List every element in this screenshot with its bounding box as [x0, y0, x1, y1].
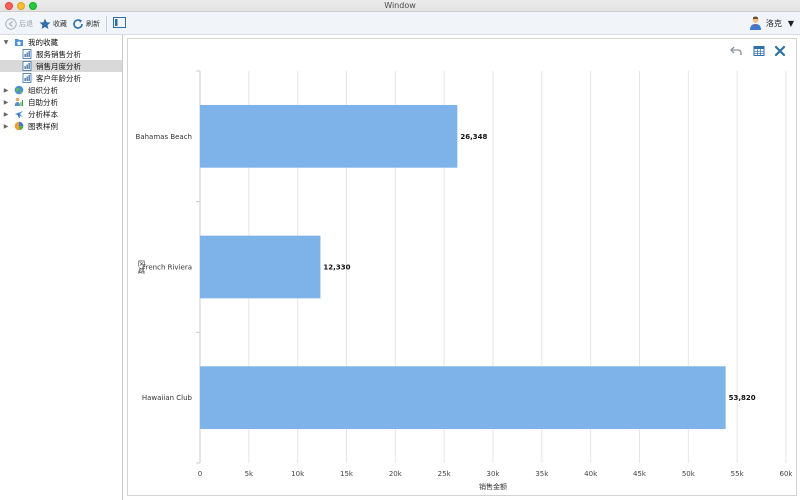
pie-icon: [14, 121, 24, 131]
refresh-label: 刷新: [86, 19, 100, 28]
tree-node-my-favorites[interactable]: ▼ 我的收藏: [2, 36, 122, 48]
x-tick-label: 60k: [780, 470, 794, 478]
back-arrow-icon: [5, 17, 17, 30]
x-tick-label: 50k: [682, 470, 696, 478]
x-tick-label: 10k: [291, 470, 305, 478]
window-title: Window: [384, 1, 416, 10]
tree-node-self-service[interactable]: ▶ 自助分析: [2, 96, 122, 108]
tree-node-chart-samples[interactable]: ▶ 图表样例: [2, 120, 122, 132]
tree-node-monthly-sales[interactable]: 销售月度分析: [0, 60, 122, 72]
x-tick-label: 55k: [731, 470, 745, 478]
x-tick-label: 25k: [438, 470, 452, 478]
sidebar: ▼ 我的收藏 服务销售分析 销售月度分析 客户年龄分析 ▶ 组织分析 ▶ 自助分…: [0, 35, 123, 500]
expand-toggle-icon[interactable]: ▶: [2, 87, 10, 94]
person-chart-icon: [14, 97, 23, 106]
user-menu[interactable]: 洛克 ▼: [749, 16, 794, 30]
toolbar: 后退 收藏 刷新 洛克 ▼: [0, 12, 800, 35]
tree-node-customer-age[interactable]: 客户年龄分析: [0, 72, 122, 84]
x-tick-label: 35k: [535, 470, 549, 478]
title-bar: Window: [0, 0, 800, 12]
category-label: French Riviera: [142, 264, 192, 272]
bar-chart: 0 5k 10k 15k 20k 25k 30k 35k 40k 45k 50k 55k 60k Baha…: [136, 70, 794, 491]
report-icon: [22, 73, 32, 83]
refresh-icon: [73, 18, 83, 29]
x-tick-label: 30k: [487, 470, 501, 478]
back-label: 后退: [19, 19, 33, 28]
plane-icon: [15, 111, 23, 118]
expand-toggle-icon[interactable]: ▶: [2, 111, 10, 118]
expand-toggle-icon[interactable]: ▼: [2, 39, 10, 46]
x-tick-label: 40k: [584, 470, 598, 478]
tree-node-service-sales[interactable]: 服务销售分析: [0, 48, 122, 60]
tree-label: 自助分析: [28, 97, 58, 107]
x-tick-label: 0: [198, 470, 202, 478]
bars: [200, 104, 726, 430]
user-avatar-icon: [749, 16, 761, 30]
x-tick-label: 15k: [340, 470, 354, 478]
data-label: 12,330: [323, 264, 350, 272]
bar[interactable]: [200, 104, 458, 168]
favorite-label: 收藏: [53, 19, 67, 28]
star-folder-icon: [15, 39, 23, 46]
tree-label: 服务销售分析: [36, 49, 81, 59]
x-axis-title: 销售金额: [479, 482, 507, 491]
report-panel: 0 5k 10k 15k 20k 25k 30k 35k 40k 45k 50k 55k 60k Baha…: [127, 38, 797, 496]
tree-label: 组织分析: [28, 85, 58, 95]
chevron-down-icon: ▼: [787, 18, 794, 28]
toolbar-divider: [106, 16, 107, 32]
tree-label: 图表样例: [28, 121, 58, 131]
tree-node-org-analysis[interactable]: ▶ 组织分析: [2, 84, 122, 96]
tree-label: 客户年龄分析: [36, 73, 81, 83]
toggle-panel-icon[interactable]: [113, 17, 126, 28]
user-name: 洛克: [765, 18, 782, 28]
tree-node-analysis-samples[interactable]: ▶ 分析样本: [2, 108, 122, 120]
data-label: 53,820: [729, 394, 756, 402]
x-tick-label: 20k: [389, 470, 403, 478]
category-label: Bahamas Beach: [136, 133, 192, 141]
expand-toggle-icon[interactable]: ▶: [2, 99, 10, 106]
globe-icon: [14, 85, 24, 95]
data-label: 26,348: [460, 133, 487, 141]
y-axis-title: 区域: [137, 260, 146, 274]
axes: [196, 70, 201, 464]
report-icon: [22, 61, 32, 71]
tree-label: 我的收藏: [28, 37, 58, 47]
favorite-button[interactable]: 收藏: [39, 16, 67, 31]
refresh-button[interactable]: 刷新: [72, 16, 100, 31]
back-button[interactable]: 后退: [5, 16, 33, 31]
star-icon: [39, 18, 51, 29]
x-tick-label: 5k: [245, 470, 254, 478]
bar[interactable]: [200, 235, 321, 299]
app-window: Window 后退 收藏 刷新 洛克 ▼ ▼ 我的收藏 服务销售分析 销售月度分…: [0, 0, 800, 500]
report-icon: [22, 49, 32, 59]
tree-label: 销售月度分析: [36, 61, 81, 71]
category-label: Hawaiian Club: [142, 394, 193, 402]
expand-toggle-icon[interactable]: ▶: [2, 123, 10, 130]
tree-label: 分析样本: [28, 109, 58, 119]
x-tick-label: 45k: [633, 470, 647, 478]
bar[interactable]: [200, 366, 726, 430]
